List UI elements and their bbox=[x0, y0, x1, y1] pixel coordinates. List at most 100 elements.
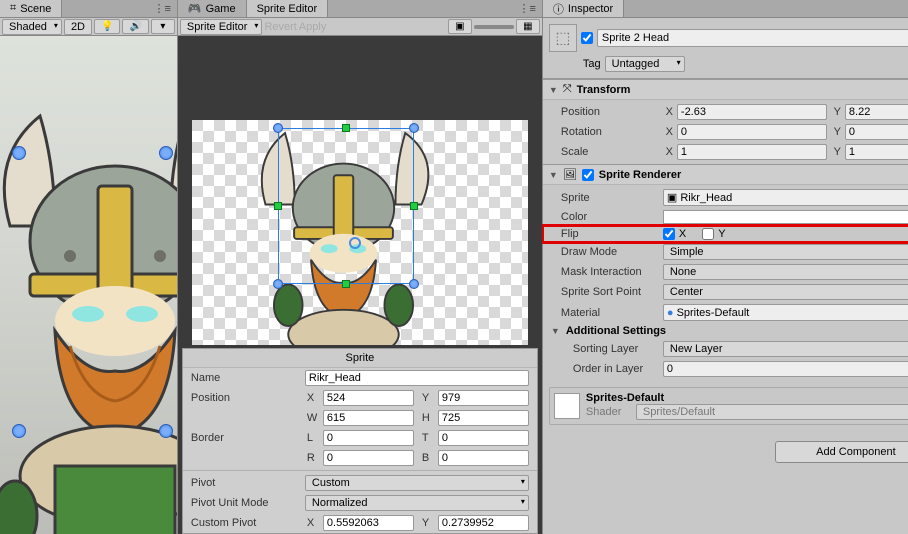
alpha-toggle-icon[interactable]: ▦ bbox=[516, 19, 540, 34]
pivot-dropdown[interactable]: Custom bbox=[305, 475, 529, 491]
game-icon: 🎮 bbox=[188, 2, 202, 15]
scene-tab-label: Scene bbox=[20, 3, 51, 15]
sprite-renderer-component: ▼ 🖼 Sprite Renderer ? ⇅ ⋮ Sprite ▣ Rikr_… bbox=[543, 164, 908, 381]
axis-r-label: R bbox=[305, 452, 317, 464]
sortpoint-label: Sprite Sort Point bbox=[549, 286, 659, 298]
sprite-canvas[interactable]: Sprite Name Position X Y W H Border bbox=[178, 36, 542, 534]
cpivot-x-input[interactable] bbox=[323, 515, 414, 531]
add-component-button[interactable]: Add Component bbox=[775, 441, 908, 463]
border-b-input[interactable] bbox=[438, 450, 529, 466]
add-component-row: Add Component bbox=[543, 431, 908, 473]
order-in-layer-input[interactable] bbox=[663, 361, 908, 377]
sorting-layer-dropdown[interactable]: New Layer bbox=[663, 341, 908, 357]
pos-x[interactable] bbox=[677, 104, 827, 120]
cpivot-y-input[interactable] bbox=[438, 515, 529, 531]
game-tab[interactable]: 🎮 Game bbox=[178, 0, 247, 17]
sprite-object-field[interactable]: ▣ Rikr_Head ⊙ bbox=[663, 189, 908, 206]
material-thumbnail[interactable] bbox=[554, 393, 580, 419]
position-label: Position bbox=[191, 392, 299, 404]
sprite-name-input[interactable] bbox=[305, 370, 529, 386]
flip-y-checkbox[interactable] bbox=[702, 228, 714, 240]
inspector-tab[interactable]: ⓘ Inspector bbox=[543, 0, 624, 17]
audio-icon[interactable]: 🔊 bbox=[122, 19, 148, 34]
gizmo-handle[interactable] bbox=[159, 424, 173, 438]
additional-settings-title: Additional Settings bbox=[564, 325, 666, 337]
gizmo-handle[interactable] bbox=[12, 146, 26, 160]
panel-options-icon[interactable]: ⋮≡ bbox=[512, 0, 541, 17]
sprite-label: Sprite bbox=[549, 192, 659, 204]
axis-y-label: Y bbox=[420, 392, 432, 404]
pivot-unit-dropdown[interactable]: Normalized bbox=[305, 495, 529, 511]
sprite-editor-tab[interactable]: Sprite Editor bbox=[247, 0, 329, 17]
axis-l-label: L bbox=[305, 432, 317, 444]
selection-handle[interactable] bbox=[409, 123, 419, 133]
maskint-dropdown[interactable]: None bbox=[663, 264, 908, 280]
tag-dropdown[interactable]: Untagged bbox=[605, 56, 685, 72]
material-name: Sprites-Default bbox=[586, 392, 664, 404]
material-section: Sprites-Default Shader Sprites/Default ⋮ bbox=[549, 387, 908, 425]
gameobject-enabled-checkbox[interactable] bbox=[581, 32, 593, 44]
rot-x[interactable] bbox=[677, 124, 827, 140]
panel-options-icon[interactable]: ⋮≡ bbox=[147, 0, 176, 17]
revert-button[interactable]: Revert bbox=[264, 21, 296, 33]
apply-button[interactable]: Apply bbox=[299, 21, 327, 33]
sortpoint-dropdown[interactable]: Center bbox=[663, 284, 908, 300]
transform-title: Transform bbox=[577, 84, 908, 96]
lighting-icon[interactable]: 💡 bbox=[94, 19, 120, 34]
material-label: Material bbox=[549, 307, 659, 319]
pos-x-input[interactable] bbox=[323, 390, 414, 406]
component-enabled-checkbox[interactable] bbox=[582, 169, 594, 181]
sprite-editor-menu[interactable]: Sprite Editor bbox=[180, 19, 263, 35]
mode-2d-button[interactable]: 2D bbox=[64, 19, 92, 35]
shading-dropdown[interactable]: Shaded bbox=[2, 19, 62, 35]
inspector-tabs: ⓘ Inspector 🔓 ⋮≡ bbox=[543, 0, 908, 18]
border-t-input[interactable] bbox=[438, 430, 529, 446]
fx-dropdown-icon[interactable]: ▾ bbox=[151, 19, 175, 34]
selection-handle[interactable] bbox=[409, 279, 419, 289]
transform-header[interactable]: ▼ ⤧ Transform ? ⇅ ⋮ bbox=[543, 80, 908, 100]
color-field[interactable] bbox=[663, 210, 908, 224]
scale-label: Scale bbox=[549, 146, 659, 158]
scene-tab-bar: ⌗ Scene ⋮≡ bbox=[0, 0, 177, 18]
name-label: Name bbox=[191, 372, 299, 384]
selection-edge-handle[interactable] bbox=[274, 202, 282, 210]
material-field[interactable]: ● Sprites-Default ⊙ bbox=[663, 304, 908, 321]
gameobject-name-input[interactable] bbox=[597, 29, 908, 47]
flip-x-checkbox[interactable] bbox=[663, 228, 675, 240]
rotation-label: Rotation bbox=[549, 126, 659, 138]
sorting-layer-value: New Layer bbox=[670, 343, 723, 355]
selection-edge-handle[interactable] bbox=[410, 202, 418, 210]
foldout-icon[interactable]: ▼ bbox=[549, 326, 560, 336]
selection-edge-handle[interactable] bbox=[342, 124, 350, 132]
drawmode-dropdown[interactable]: Simple bbox=[663, 244, 908, 260]
border-l-input[interactable] bbox=[323, 430, 414, 446]
rot-y[interactable] bbox=[845, 124, 908, 140]
border-r-input[interactable] bbox=[323, 450, 414, 466]
scale-y[interactable] bbox=[845, 144, 908, 160]
gizmo-handle[interactable] bbox=[12, 424, 26, 438]
custom-pivot-label: Custom Pivot bbox=[191, 517, 299, 529]
selection-handle[interactable] bbox=[273, 279, 283, 289]
rgb-toggle-icon[interactable]: ▣ bbox=[448, 19, 472, 34]
gizmo-handle[interactable] bbox=[159, 146, 173, 160]
sprite-renderer-header[interactable]: ▼ 🖼 Sprite Renderer ? ⇅ ⋮ bbox=[543, 165, 908, 185]
sprite-editor-toolbar: Sprite Editor Revert Apply ▣ ▦ bbox=[178, 18, 542, 36]
pivot-handle[interactable] bbox=[349, 237, 361, 249]
pos-w-input[interactable] bbox=[323, 410, 414, 426]
selection-handle[interactable] bbox=[273, 123, 283, 133]
sortpoint-value: Center bbox=[670, 286, 703, 298]
selection-edge-handle[interactable] bbox=[342, 280, 350, 288]
pos-y-input[interactable] bbox=[438, 390, 529, 406]
sorting-layer-label: Sorting Layer bbox=[549, 343, 659, 355]
pos-y[interactable] bbox=[845, 104, 908, 120]
material-value: Sprites-Default bbox=[677, 307, 750, 319]
scale-x[interactable] bbox=[677, 144, 827, 160]
zoom-slider[interactable] bbox=[474, 25, 514, 29]
gameobject-icon[interactable]: ⬚ bbox=[549, 24, 577, 52]
pos-h-input[interactable] bbox=[438, 410, 529, 426]
shader-dropdown[interactable]: Sprites/Default bbox=[636, 404, 908, 420]
tag-value: Untagged bbox=[612, 58, 660, 70]
sprite-selection[interactable] bbox=[278, 128, 414, 284]
scene-tab[interactable]: ⌗ Scene bbox=[0, 0, 62, 17]
scene-viewport[interactable] bbox=[0, 36, 177, 534]
